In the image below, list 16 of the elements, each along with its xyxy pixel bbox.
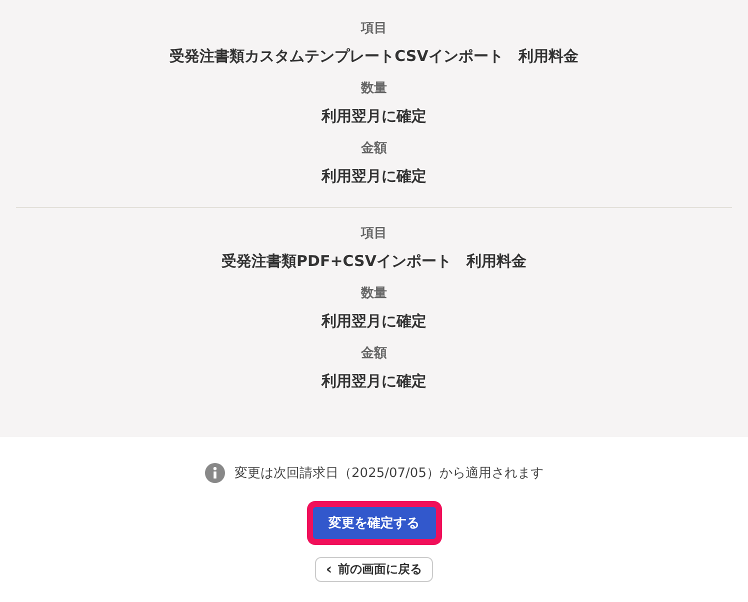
field-value: 利用翌月に確定 xyxy=(322,166,426,186)
field-value: 利用翌月に確定 xyxy=(322,106,426,126)
field-value: 受発注書類PDF+CSVインポート 利用料金 xyxy=(222,251,526,271)
field-label: 項目 xyxy=(361,225,387,243)
field-value: 利用翌月に確定 xyxy=(322,311,426,331)
back-button[interactable]: ‹ 前の画面に戻る xyxy=(314,557,434,582)
field-label: 項目 xyxy=(361,20,387,38)
field-value: 受発注書類カスタムテンプレートCSVインポート 利用料金 xyxy=(170,46,578,66)
field-label: 金額 xyxy=(361,140,387,158)
field-value: 利用翌月に確定 xyxy=(322,371,426,391)
field-label: 数量 xyxy=(361,80,387,98)
field-label: 金額 xyxy=(361,345,387,363)
field-label: 数量 xyxy=(361,285,387,303)
info-icon xyxy=(204,463,225,483)
confirm-button[interactable]: 変更を確定する xyxy=(312,507,436,539)
notice-text: 変更は次回請求日（2025/07/05）から適用されます xyxy=(234,465,544,482)
